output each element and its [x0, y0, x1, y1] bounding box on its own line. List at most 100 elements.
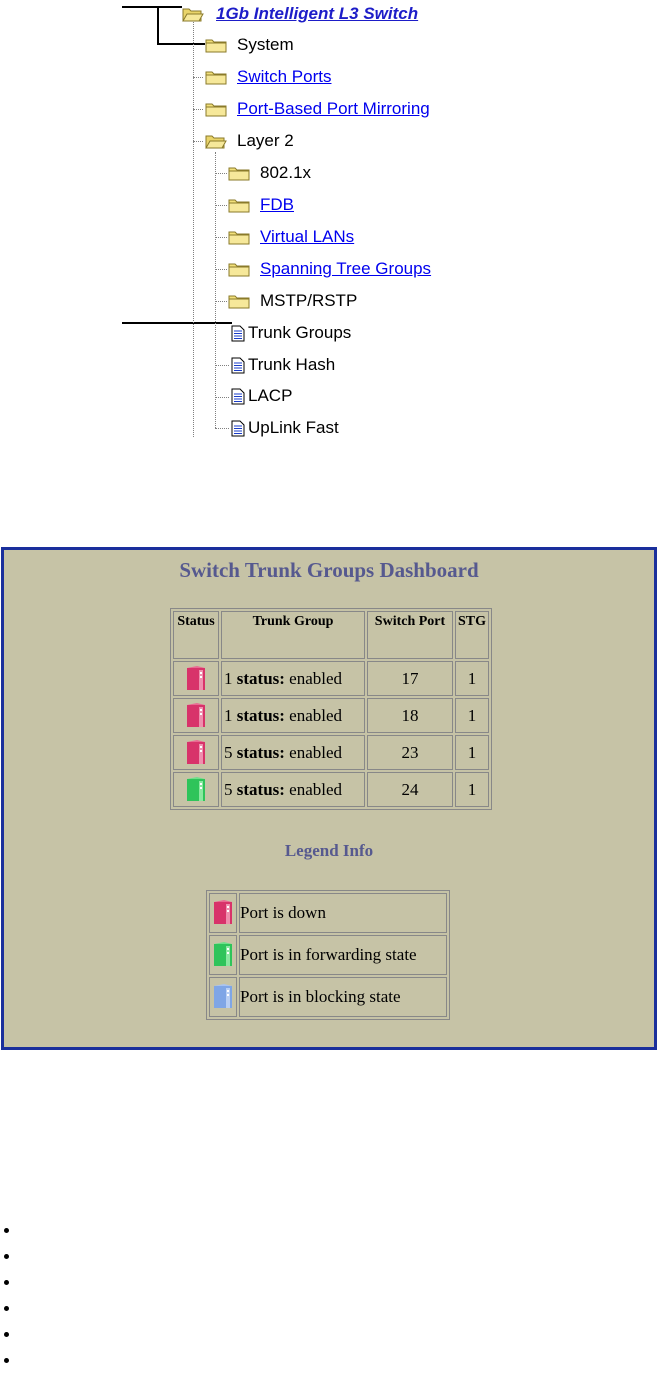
legend-label: Port is down: [239, 893, 447, 933]
open-folder-icon: [182, 8, 204, 22]
status-word: status:: [236, 668, 285, 688]
bullet-marker: [4, 1254, 9, 1259]
tree-item-label: Layer 2: [237, 131, 294, 150]
switch-port-cell: 18: [367, 698, 453, 733]
tree-item-virtual-lans[interactable]: Virtual LANs: [228, 225, 354, 249]
tree-item-label[interactable]: FDB: [260, 195, 294, 215]
tree-root-label[interactable]: 1Gb Intelligent L3 Switch: [216, 4, 418, 24]
trunk-state: enabled: [289, 742, 343, 762]
tree-item-label: MSTP/RSTP: [260, 291, 358, 310]
folder-icon: [228, 295, 250, 309]
status-cell: [173, 735, 219, 770]
tree-connector: [193, 141, 203, 142]
stg-cell: 1: [455, 661, 490, 696]
stg-cell: 1: [455, 735, 490, 770]
tree-item-label[interactable]: Spanning Tree Groups: [260, 259, 431, 279]
column-header-trunk-group: Trunk Group: [221, 611, 365, 659]
port-down-icon[interactable]: [185, 702, 207, 730]
switch-port-cell: 17: [367, 661, 453, 696]
callout-line-root: [122, 6, 182, 8]
document-icon: [231, 325, 245, 341]
legend-row: Port is in forwarding state: [209, 935, 447, 975]
tree-item-lacp[interactable]: LACP: [231, 384, 292, 408]
tree-item-label: LACP: [248, 386, 293, 405]
document-icon: [231, 420, 245, 436]
folder-icon: [205, 71, 227, 85]
tree-item-trunk-hash[interactable]: Trunk Hash: [231, 353, 335, 377]
status-cell: [173, 772, 219, 807]
legend-icon-cell: [209, 935, 237, 975]
folder-icon: [228, 231, 250, 245]
table-row: 5 status: enabled 24 1: [173, 772, 490, 807]
status-word: status:: [236, 779, 285, 799]
callout-line-root-vertical: [157, 6, 159, 45]
legend-row: Port is in blocking state: [209, 977, 447, 1017]
column-header-status: Status: [173, 611, 219, 659]
status-word: status:: [236, 742, 285, 762]
tree-item-layer-2[interactable]: Layer 2: [205, 129, 294, 153]
tree-connector: [193, 109, 203, 110]
bullet-marker: [4, 1228, 9, 1233]
legend-row: Port is down: [209, 893, 447, 933]
table-row: 5 status: enabled 23 1: [173, 735, 490, 770]
legend-table: Port is down Port is in forwarding state: [206, 890, 450, 1020]
tree-item-label: Trunk Groups: [248, 323, 352, 342]
tree-item-spanning-tree-groups[interactable]: Spanning Tree Groups: [228, 257, 431, 281]
tree-item-system[interactable]: System: [205, 33, 294, 57]
tree-connector: [215, 205, 227, 206]
tree-item-switch-ports[interactable]: Switch Ports: [205, 65, 331, 89]
document-icon: [231, 357, 245, 373]
tree-item-mstp-rstp[interactable]: MSTP/RSTP: [228, 289, 357, 313]
port-down-icon[interactable]: [185, 739, 207, 767]
tree-connector: [215, 237, 227, 238]
open-folder-icon: [205, 135, 227, 149]
trunk-state: enabled: [289, 705, 343, 725]
tree-item-label[interactable]: Port-Based Port Mirroring: [237, 99, 430, 119]
tree-item-trunk-groups[interactable]: Trunk Groups: [231, 321, 351, 345]
legend-icon-cell: [209, 893, 237, 933]
folder-icon: [205, 103, 227, 117]
tree-connector: [215, 397, 229, 398]
folder-icon: [228, 167, 250, 181]
trunk-group-id: 5: [224, 742, 233, 762]
column-header-stg: STG: [455, 611, 490, 659]
tree-connector: [215, 428, 229, 429]
trunk-group-cell: 5 status: enabled: [221, 772, 365, 807]
tree-connector: [215, 173, 227, 174]
port-forwarding-icon: [214, 942, 232, 966]
legend-label: Port is in blocking state: [239, 977, 447, 1017]
tree-item-label[interactable]: Virtual LANs: [260, 227, 354, 247]
tree-item-label[interactable]: Switch Ports: [237, 67, 331, 87]
legend-label: Port is in forwarding state: [239, 935, 447, 975]
folder-icon: [228, 199, 250, 213]
legend-icon-cell: [209, 977, 237, 1017]
port-down-icon[interactable]: [185, 665, 207, 693]
tree-root[interactable]: 1Gb Intelligent L3 Switch: [182, 2, 418, 26]
trunk-group-cell: 1 status: enabled: [221, 661, 365, 696]
port-down-icon: [214, 900, 232, 924]
trunk-group-id: 1: [224, 705, 233, 725]
dashboard-title: Switch Trunk Groups Dashboard: [179, 558, 479, 582]
status-word: status:: [236, 705, 285, 725]
tree-connector: [215, 269, 227, 270]
folder-icon: [205, 39, 227, 53]
tree-item-port-mirroring[interactable]: Port-Based Port Mirroring: [205, 97, 430, 121]
trunk-group-id: 1: [224, 668, 233, 688]
port-blocking-icon: [214, 984, 232, 1008]
tree-item-uplink-fast[interactable]: UpLink Fast: [231, 416, 339, 440]
trunk-state: enabled: [289, 668, 343, 688]
table-header-row: Status Trunk Group Switch Port STG: [173, 611, 490, 659]
legend-title: Legend Info: [284, 841, 374, 860]
stg-cell: 1: [455, 772, 490, 807]
tree-item-8021x[interactable]: 802.1x: [228, 161, 311, 185]
switch-port-cell: 23: [367, 735, 453, 770]
tree-item-fdb[interactable]: FDB: [228, 193, 294, 217]
stg-cell: 1: [455, 698, 490, 733]
bullet-marker: [4, 1280, 9, 1285]
tree-connector: [215, 301, 227, 302]
status-cell: [173, 698, 219, 733]
tree-connector-main: [193, 22, 194, 437]
port-forwarding-icon[interactable]: [185, 776, 207, 804]
trunk-groups-table: Status Trunk Group Switch Port STG 1 sta…: [170, 608, 493, 810]
status-cell: [173, 661, 219, 696]
